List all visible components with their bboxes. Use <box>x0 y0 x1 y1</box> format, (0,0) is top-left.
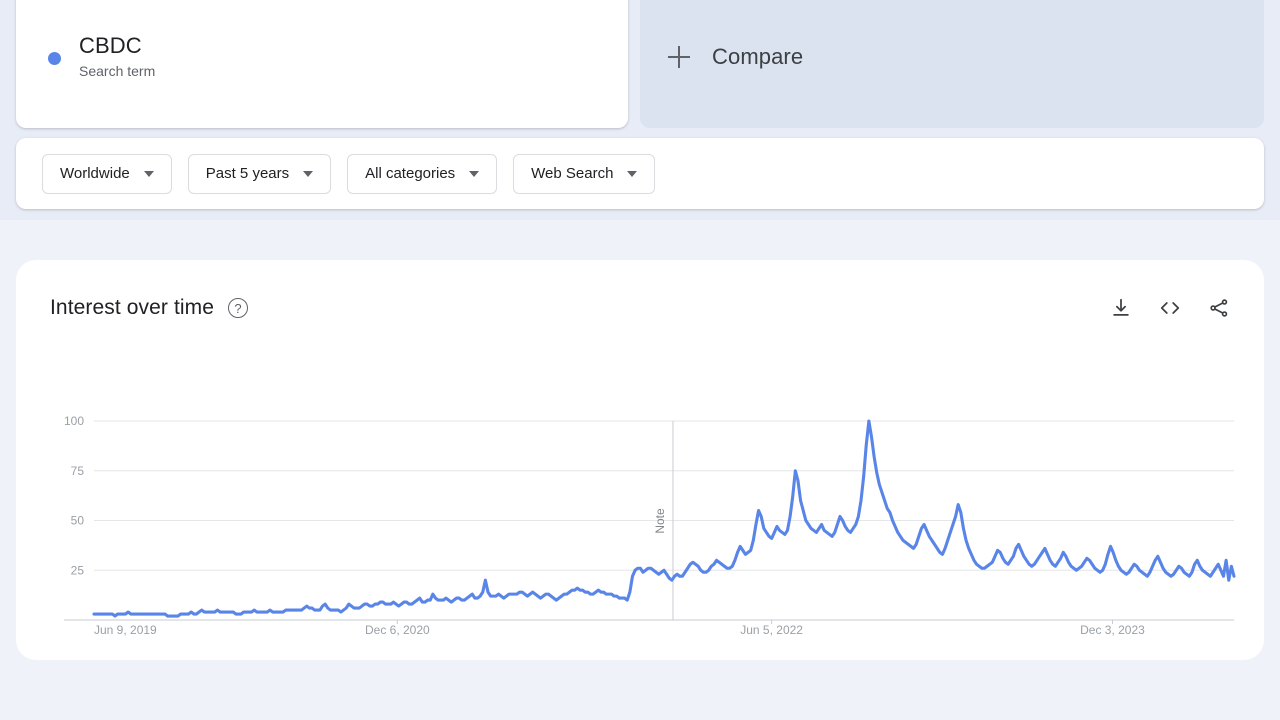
plus-icon <box>668 46 690 68</box>
filter-search-type[interactable]: Web Search <box>513 154 655 194</box>
chevron-down-icon <box>303 171 313 177</box>
x-axis-tick-label: Dec 6, 2020 <box>365 623 430 637</box>
google-trends-page: CBDC Search term Compare Worldwide Past … <box>0 0 1280 720</box>
interest-over-time-card: Interest over time ? <box>16 260 1264 660</box>
search-terms-row: CBDC Search term Compare <box>16 0 1264 128</box>
filter-time-range[interactable]: Past 5 years <box>188 154 331 194</box>
filter-category-label: All categories <box>365 165 455 182</box>
search-term-label: CBDC <box>79 34 155 58</box>
y-axis-tick-label: 100 <box>64 414 84 428</box>
interest-over-time-chart: 25 50 75 100 Jun 9, 2019 Dec 6, 2020 Jun 5, 20… <box>16 260 1264 660</box>
filter-bar: Worldwide Past 5 years All categories We… <box>16 138 1264 209</box>
series-color-dot-icon <box>48 52 61 65</box>
chevron-down-icon <box>144 171 154 177</box>
chevron-down-icon <box>627 171 637 177</box>
compare-label: Compare <box>712 44 803 70</box>
filter-search-type-label: Web Search <box>531 165 613 182</box>
x-axis-tick-label: Jun 5, 2022 <box>740 623 803 637</box>
filter-location-label: Worldwide <box>60 165 130 182</box>
search-term-type-label: Search term <box>79 64 155 79</box>
chart-plot-area: 25 50 75 100 Jun 9, 2019 Dec 6, 2020 Jun 5, 20… <box>16 260 1264 660</box>
compare-button[interactable]: Compare <box>640 0 1264 128</box>
y-axis-tick-label: 50 <box>71 514 85 528</box>
filter-time-range-label: Past 5 years <box>206 165 289 182</box>
x-axis-tick-label: Jun 9, 2019 <box>94 623 157 637</box>
note-annotation-label: Note <box>653 508 667 534</box>
filter-location[interactable]: Worldwide <box>42 154 172 194</box>
y-axis-tick-label: 75 <box>71 464 85 478</box>
x-axis-tick-label: Dec 3, 2023 <box>1080 623 1145 637</box>
y-axis-tick-label: 25 <box>71 563 85 577</box>
chevron-down-icon <box>469 171 479 177</box>
search-term-card[interactable]: CBDC Search term <box>16 0 628 128</box>
filter-category[interactable]: All categories <box>347 154 497 194</box>
